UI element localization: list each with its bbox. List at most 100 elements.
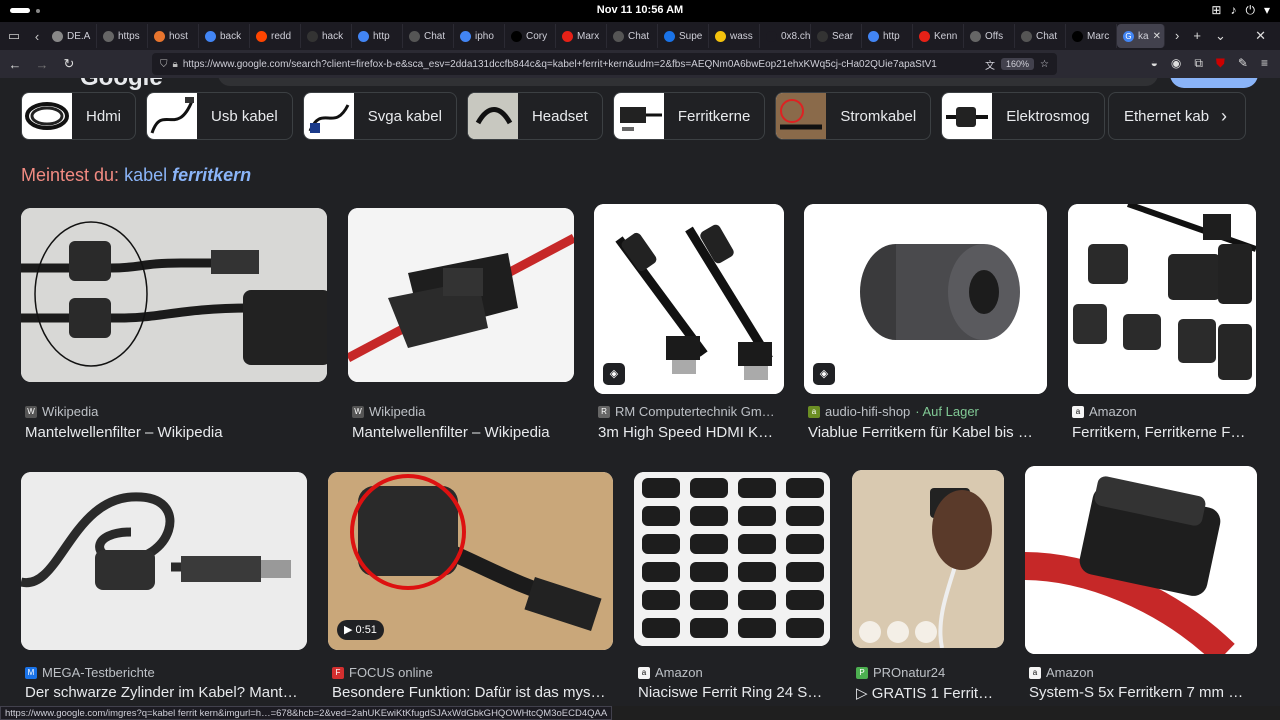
chip-usb-kabel[interactable]: Usb kabel [146, 92, 293, 140]
image-result-card[interactable]: ◈ a audio-hifi-shop · Auf Lager Viablue Ferr… [804, 204, 1057, 464]
result-thumbnail[interactable] [852, 470, 1004, 648]
clock[interactable]: Nov 11 10:56 AM [0, 4, 1280, 16]
result-source[interactable]: F FOCUS online [332, 665, 433, 680]
address-bar[interactable]: ⛉ 🔒︎ https://www.google.com/search?clien… [152, 53, 1057, 75]
image-result-card[interactable]: W Wikipedia Mantelwellenfilter – Wikipedia [348, 208, 584, 468]
tab[interactable]: http [862, 24, 913, 48]
tabs-scroll-left-icon[interactable]: ‹ [28, 22, 46, 50]
result-thumbnail[interactable]: ◈ [594, 204, 784, 394]
search-box[interactable] [218, 78, 1158, 86]
result-title[interactable]: Mantelwellenfilter – Wikipedia [25, 424, 341, 441]
chip-elektrosmog[interactable]: Elektrosmog [941, 92, 1105, 140]
forward-icon[interactable]: → [30, 57, 54, 72]
tab[interactable]: http [352, 24, 403, 48]
chip-svga-kabel[interactable]: Svga kabel [302, 92, 457, 140]
url-text[interactable]: https://www.google.com/search?client=fir… [183, 59, 985, 70]
tab[interactable]: wass [709, 24, 760, 48]
result-source[interactable]: W Wikipedia [352, 404, 425, 419]
tab[interactable]: ipho [454, 24, 505, 48]
tab[interactable]: Cory [505, 24, 556, 48]
chip-headset[interactable]: Headset [466, 92, 603, 140]
chevron-right-icon[interactable]: › [1221, 106, 1227, 127]
system-tray[interactable]: ⊞ ♪ ⏻ ▾ [1211, 3, 1270, 18]
result-title[interactable]: Mantelwellenfilter – Wikipedia [352, 424, 588, 441]
pocket-icon[interactable]: ◒ [1151, 56, 1158, 71]
google-logo[interactable]: Google [80, 78, 163, 92]
image-result-card[interactable]: P PROnatur24 ▷ GRATIS 1 Ferrit… [852, 470, 1014, 706]
tab[interactable]: hack [301, 24, 352, 48]
image-result-card[interactable]: ◈ R RM Computertechnik Gm… 3m High Speed HD… [594, 204, 794, 464]
result-thumbnail[interactable] [1025, 466, 1257, 654]
extensions-icon[interactable]: ⧉ [1194, 56, 1203, 71]
image-result-card[interactable]: a Amazon System-S 5x Ferritkern 7 mm … [1025, 466, 1267, 706]
app-menu-icon[interactable]: ≡ [1261, 56, 1268, 71]
tabs-scroll-right-icon[interactable]: › [1175, 28, 1179, 44]
shield-icon[interactable]: ⛉ [160, 59, 168, 70]
tab-active[interactable]: G ka ✕ [1117, 24, 1165, 48]
tab[interactable]: Marx [556, 24, 607, 48]
back-icon[interactable]: ← [3, 57, 27, 72]
new-tab-icon[interactable]: + [1193, 28, 1201, 44]
result-thumbnail[interactable] [1068, 204, 1256, 394]
lock-icon[interactable]: 🔒︎ [173, 59, 178, 70]
result-source[interactable]: W Wikipedia [25, 404, 98, 419]
result-source[interactable]: a audio-hifi-shop · Auf Lager [808, 404, 979, 419]
result-source[interactable]: P PROnatur24 [856, 665, 945, 680]
result-title[interactable]: Besondere Funktion: Dafür ist das mys… [332, 684, 627, 701]
image-result-card[interactable]: a Amazon Niaciswe Ferrit Ring 24 S… [634, 472, 840, 706]
tab[interactable]: Chat [1015, 24, 1066, 48]
image-result-card[interactable]: a Amazon Ferritkern, Ferritkerne F… [1068, 204, 1266, 464]
close-window-icon[interactable]: ✕ [1255, 28, 1266, 44]
result-source[interactable]: a Amazon [1029, 665, 1094, 680]
tab[interactable]: DE.A [46, 24, 97, 48]
tab[interactable]: Marc [1066, 24, 1117, 48]
bookmark-star-icon[interactable]: ☆ [1040, 59, 1049, 70]
result-thumbnail[interactable] [348, 208, 574, 382]
tab[interactable]: Supe [658, 24, 709, 48]
result-thumbnail[interactable] [21, 208, 327, 382]
result-source[interactable]: a Amazon [1072, 404, 1137, 419]
tab[interactable]: Chat [403, 24, 454, 48]
tab[interactable]: back [199, 24, 250, 48]
chip-ethernet-kabel[interactable]: Ethernet kabel › [1108, 92, 1246, 140]
extension-puzzle-icon[interactable]: ✎ [1238, 56, 1248, 71]
tab[interactable]: Chat [607, 24, 658, 48]
image-result-card[interactable]: ▶ 0:51 F FOCUS online Besondere Funktion: D… [328, 472, 623, 706]
result-title[interactable]: Niaciswe Ferrit Ring 24 S… [638, 684, 844, 701]
sign-in-button[interactable] [1170, 78, 1258, 88]
reload-icon[interactable]: ↻ [57, 56, 81, 72]
result-title[interactable]: System-S 5x Ferritkern 7 mm … [1029, 684, 1271, 701]
translate-icon[interactable]: 文 [985, 57, 995, 72]
zoom-level[interactable]: 160% [1001, 58, 1035, 70]
result-title[interactable]: Der schwarze Zylinder im Kabel? Mant… [25, 684, 321, 701]
tab[interactable]: https [97, 24, 148, 48]
image-result-card[interactable]: M MEGA-Testberichte Der schwarze Zylinder … [21, 472, 317, 706]
result-thumbnail[interactable]: ▶ 0:51 [328, 472, 613, 650]
result-source[interactable]: M MEGA-Testberichte [25, 665, 155, 680]
result-source[interactable]: R RM Computertechnik Gm… [598, 404, 775, 419]
result-source[interactable]: a Amazon [638, 665, 703, 680]
tab-overview-icon[interactable]: ▭ [0, 22, 28, 50]
result-title[interactable]: 3m High Speed HDMI K… [598, 424, 798, 441]
tab[interactable]: host [148, 24, 199, 48]
tab[interactable]: Offs [964, 24, 1015, 48]
tab[interactable]: 0x8.ch/ [760, 24, 811, 48]
result-thumbnail[interactable] [634, 472, 830, 646]
chip-stromkabel[interactable]: Stromkabel [775, 92, 932, 140]
tab[interactable]: Kenn [913, 24, 964, 48]
account-icon[interactable]: ◉ [1171, 56, 1181, 71]
list-all-tabs-icon[interactable]: ⌄ [1215, 28, 1226, 44]
image-result-card[interactable]: W Wikipedia Mantelwellenfilter – Wikipedia [21, 208, 337, 468]
tab[interactable]: Sear [811, 24, 862, 48]
result-thumbnail[interactable]: ◈ [804, 204, 1047, 394]
result-title[interactable]: Viablue Ferritkern für Kabel bis … [808, 424, 1061, 441]
close-tab-icon[interactable]: ✕ [1153, 31, 1161, 42]
chip-hdmi[interactable]: Hdmi [21, 92, 137, 140]
did-you-mean-link[interactable]: kabel ferritkern [124, 165, 251, 185]
chip-ferritkerne[interactable]: Ferritkerne [612, 92, 766, 140]
tab[interactable]: redd [250, 24, 301, 48]
result-title[interactable]: Ferritkern, Ferritkerne F… [1072, 424, 1270, 441]
result-title[interactable]: ▷ GRATIS 1 Ferrit… [856, 684, 1018, 702]
result-thumbnail[interactable] [21, 472, 307, 650]
ublock-icon[interactable]: ⛊ [1216, 56, 1225, 71]
